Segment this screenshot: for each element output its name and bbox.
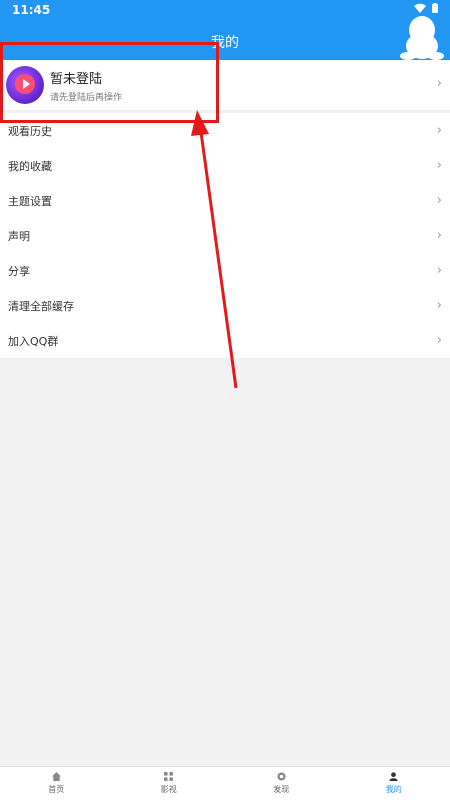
chevron-right-icon: › [436,193,442,208]
battery-icon [432,3,438,13]
nav-label: 我的 [385,785,402,794]
menu-item-label: 观看历史 [8,124,52,138]
chevron-right-icon: › [436,333,442,348]
nav-label: 发现 [273,785,290,794]
chevron-right-icon: › [436,298,442,313]
nav-discover[interactable]: 发现 [225,767,338,800]
login-title: 暂未登陆 [50,72,103,87]
nav-label: 影视 [160,785,177,794]
chevron-right-icon: › [436,263,442,278]
nav-movies[interactable]: 影视 [113,767,226,800]
menu-item-theme[interactable]: 主题设置 › [0,183,450,218]
grid-icon [164,772,174,781]
nav-mine[interactable]: 我的 [338,767,450,800]
login-card[interactable]: 暂未登陆 请先登陆后再操作 › [0,60,450,110]
menu-item-label: 我的收藏 [8,159,52,173]
discover-icon [277,772,286,781]
chevron-right-icon: › [436,123,442,138]
chevron-right-icon: › [436,158,442,173]
chevron-right-icon: › [436,76,442,91]
menu-item-statement[interactable]: 声明 › [0,218,450,253]
menu-item-label: 清理全部缓存 [8,299,74,313]
menu-item-join-qq-group[interactable]: 加入QQ群 › [0,323,450,358]
chevron-right-icon: › [436,228,442,243]
nav-home[interactable]: 首页 [0,767,113,800]
top-bar: 11:45 我的 [0,0,450,60]
menu-item-label: 主题设置 [8,194,52,208]
user-icon [389,772,398,781]
menu-item-label: 加入QQ群 [8,334,59,348]
menu-item-share[interactable]: 分享 › [0,253,450,288]
status-icons [414,3,438,13]
nav-label: 首页 [48,785,65,794]
bottom-nav: 首页 影视 发现 我的 [0,766,450,800]
menu-item-label: 分享 [8,264,30,278]
penguin-icon[interactable] [400,14,444,60]
wifi-icon [414,3,426,13]
menu-item-clear-cache[interactable]: 清理全部缓存 › [0,288,450,323]
status-time: 11:45 [12,3,51,17]
login-subtitle: 请先登陆后再操作 [50,93,123,103]
page-title: 我的 [211,35,239,51]
menu-item-favorites[interactable]: 我的收藏 › [0,148,450,183]
menu-item-history[interactable]: 观看历史 › [0,113,450,148]
settings-menu: 观看历史 › 我的收藏 › 主题设置 › 声明 › 分享 › 清理全部缓存 › … [0,113,450,358]
home-icon [51,772,61,781]
app-logo-icon [6,66,44,104]
menu-item-label: 声明 [8,229,30,243]
